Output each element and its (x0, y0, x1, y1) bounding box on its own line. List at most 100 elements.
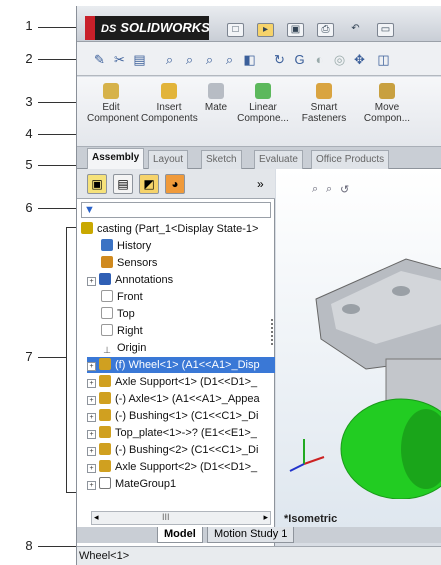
expand-icon[interactable]: + (87, 277, 96, 286)
hide-show-icon[interactable]: ◎ (331, 51, 348, 68)
expand-icon[interactable]: + (87, 481, 96, 490)
tree-node-wheel-selected[interactable]: + (f) Wheel<1> (A1<<A1>_Disp (87, 357, 275, 373)
expand-icon[interactable]: + (87, 413, 96, 422)
tree-node-label: (-) Bushing<1> (C1<<C1>_Di (115, 410, 259, 422)
edit-component-button[interactable]: Edit Component (87, 83, 139, 124)
more-tabs-chevron-icon[interactable]: » (257, 177, 264, 191)
panel-splitter-handle[interactable] (271, 319, 274, 345)
tree-node-history[interactable]: History (101, 238, 271, 254)
tree-node-axle-1[interactable]: + (-) Axle<1> (A1<<A1>_Appea (87, 391, 271, 407)
open-document-icon[interactable]: ▸ (257, 23, 274, 37)
smart-fasteners-icon (316, 83, 332, 99)
tree-node-top-plate-1[interactable]: + Top_plate<1>->? (E1<<E1>_ (87, 425, 271, 441)
feature-manager-tab-icon[interactable]: ▣ (87, 174, 107, 194)
property-manager-tab-icon[interactable]: ▤ (113, 174, 133, 194)
linear-pattern-icon (255, 83, 271, 99)
view-3d-icon[interactable]: ◫ (375, 51, 392, 68)
print-icon[interactable]: ⎙ (317, 23, 334, 37)
display-manager-tab-icon[interactable]: ◕ (165, 174, 185, 194)
tree-node-axle-support-1[interactable]: + Axle Support<1> (D1<<D1>_ (87, 374, 271, 390)
mate-label: Mate (204, 102, 228, 113)
tree-node-right-plane[interactable]: Right (101, 323, 271, 339)
configuration-manager-tab-icon[interactable]: ◩ (139, 174, 159, 194)
tree-node-mategroup[interactable]: + MateGroup1 (87, 476, 271, 492)
move-pan-icon[interactable]: ✥ (351, 51, 368, 68)
view-orientation-label: *Isometric (284, 513, 338, 525)
triad-x-axis (303, 456, 325, 465)
mate-button[interactable]: Mate (201, 83, 231, 113)
move-component-button[interactable]: Move Compon... (357, 83, 417, 124)
tab-assembly[interactable]: Assembly (87, 148, 145, 170)
tree-node-annotations[interactable]: + Annotations (87, 272, 271, 288)
rotate-view-icon[interactable]: ↻ (271, 51, 288, 68)
expand-icon[interactable]: + (87, 447, 96, 456)
status-bar: Wheel<1> (77, 546, 441, 565)
horizontal-scrollbar[interactable]: ◂ III ▸ (91, 511, 271, 525)
tree-node-root[interactable]: casting (Part_1<Display State-1> (81, 221, 273, 237)
tree-node-bushing-2[interactable]: + (-) Bushing<2> (C1<<C1>_Di (87, 442, 271, 458)
tab-model[interactable]: Model (157, 527, 203, 543)
zoom-area-icon[interactable]: ⌕ (326, 183, 332, 196)
filter-icon[interactable]: ▼ (84, 204, 95, 216)
expand-icon[interactable]: + (87, 464, 96, 473)
pan-icon[interactable]: G (291, 51, 308, 68)
tree-node-sensors[interactable]: Sensors (101, 255, 271, 271)
previous-view-icon[interactable]: ↺ (340, 183, 349, 196)
bottom-tabs: Model Motion Study 1 (77, 527, 441, 543)
expand-icon[interactable]: + (87, 362, 96, 371)
undo-icon[interactable]: ↶ (347, 23, 364, 37)
tab-layout[interactable]: Layout (148, 150, 189, 169)
zoom-selection-icon[interactable]: ⌕ (221, 51, 238, 68)
plane-icon (101, 324, 113, 336)
sketch-tool-icon[interactable]: ✎ (91, 51, 108, 68)
tab-evaluate[interactable]: Evaluate (254, 150, 303, 169)
zoom-to-fit-icon[interactable]: ⌕ (161, 51, 178, 68)
bolt-hole-1 (342, 304, 360, 314)
expand-icon[interactable]: + (87, 379, 96, 388)
tree-filter[interactable]: ▼ (81, 202, 271, 218)
tab-sketch[interactable]: Sketch (201, 150, 242, 169)
feature-tree: casting (Part_1<Display State-1> History… (77, 221, 275, 521)
display-style-icon[interactable]: ◐ (311, 51, 328, 68)
tab-office-products[interactable]: Office Products (311, 150, 390, 169)
scroll-thumb[interactable]: III (162, 512, 170, 522)
new-document-icon[interactable]: □ (227, 23, 244, 37)
solidworks-logo[interactable]: DS SOLIDWORKS (85, 16, 209, 40)
command-manager-tabs: Assembly Layout Sketch Evaluate Office P… (77, 147, 441, 170)
smart-fasteners-button[interactable]: Smart Fasteners (299, 83, 349, 124)
part-icon (99, 460, 111, 472)
smart-dimension-icon[interactable]: ✂ (111, 51, 128, 68)
scroll-left-icon[interactable]: ◂ (94, 512, 99, 523)
tree-node-origin[interactable]: ⊥ Origin (101, 340, 271, 356)
expand-icon[interactable]: + (87, 430, 96, 439)
part-icon (99, 426, 111, 438)
model-render[interactable] (276, 199, 441, 499)
tree-node-label: Top (117, 308, 135, 320)
callout-7: 7 (25, 349, 33, 364)
zoom-fit-icon[interactable]: ⌕ (312, 183, 318, 196)
tree-node-label: Top_plate<1>->? (E1<<E1>_ (115, 427, 257, 439)
callout-3: 3 (25, 94, 33, 109)
status-text: Wheel<1> (79, 550, 130, 562)
select-icon[interactable]: ▭ (377, 23, 394, 37)
tree-node-top-plane[interactable]: Top (101, 306, 271, 322)
annotations-icon (99, 273, 111, 285)
zoom-to-area-icon[interactable]: ⌕ (181, 51, 198, 68)
part-icon (99, 358, 111, 370)
view-orientation-icon[interactable]: ◧ (241, 51, 258, 68)
linear-component-pattern-button[interactable]: Linear Compone... (235, 83, 291, 124)
expand-icon[interactable]: + (87, 396, 96, 405)
zoom-in-out-icon[interactable]: ⌕ (201, 51, 218, 68)
insert-components-button[interactable]: Insert Components (141, 83, 198, 124)
tree-node-bushing-1[interactable]: + (-) Bushing<1> (C1<<C1>_Di (87, 408, 271, 424)
feature-manager-tabs: ▣ ▤ ◩ ◕ » (77, 169, 275, 199)
part-icon (99, 443, 111, 455)
scroll-right-icon[interactable]: ▸ (263, 512, 268, 523)
view-settings-icon[interactable]: ▤ (131, 51, 148, 68)
tab-motion-study[interactable]: Motion Study 1 (207, 527, 295, 543)
graphics-area[interactable]: ⌕ ⌕ ↺ *Isometric (276, 169, 441, 527)
tree-node-front-plane[interactable]: Front (101, 289, 271, 305)
callout-8: 8 (25, 538, 33, 553)
save-icon[interactable]: ▣ (287, 23, 304, 37)
tree-node-axle-support-2[interactable]: + Axle Support<2> (D1<<D1>_ (87, 459, 271, 475)
